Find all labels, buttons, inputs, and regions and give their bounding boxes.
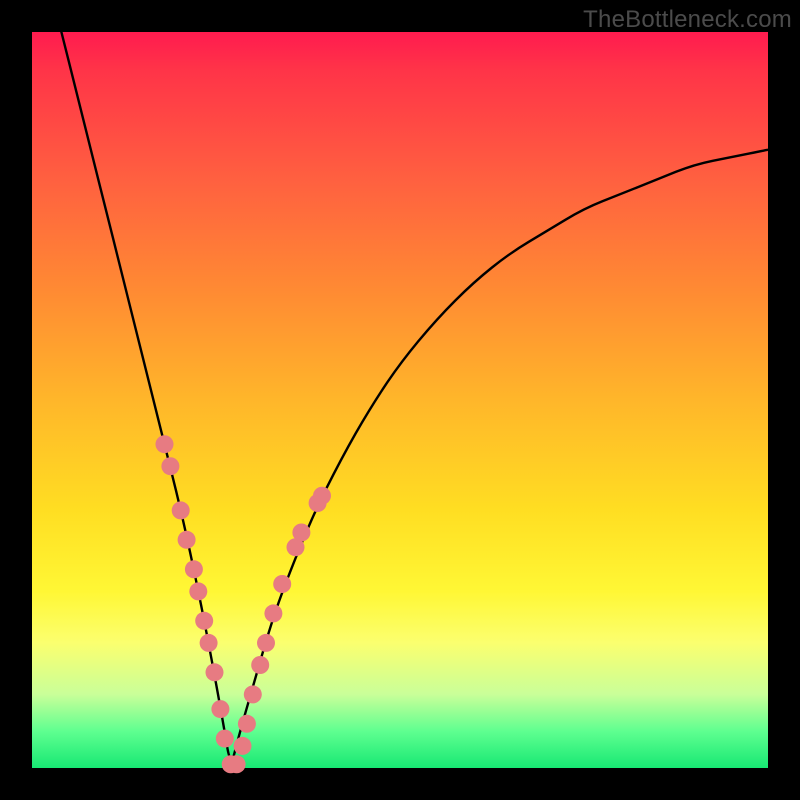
- curve-marker: [257, 634, 275, 652]
- curve-marker: [195, 612, 213, 630]
- curve-marker: [185, 560, 203, 578]
- curve-marker: [172, 501, 190, 519]
- watermark-text: TheBottleneck.com: [583, 6, 792, 34]
- curve-marker: [292, 524, 310, 542]
- curve-marker: [273, 575, 291, 593]
- curve-marker: [313, 487, 331, 505]
- curve-marker: [251, 656, 269, 674]
- curve-marker: [178, 531, 196, 549]
- curve-marker: [244, 685, 262, 703]
- curve-marker: [228, 755, 246, 773]
- curve-markers: [0, 0, 800, 800]
- curve-marker: [156, 435, 174, 453]
- curve-marker: [206, 663, 224, 681]
- curve-marker: [264, 604, 282, 622]
- curve-marker: [234, 737, 252, 755]
- curve-marker: [211, 700, 229, 718]
- curve-marker: [189, 582, 207, 600]
- curve-marker: [216, 730, 234, 748]
- curve-marker: [238, 715, 256, 733]
- curve-marker: [200, 634, 218, 652]
- curve-marker: [161, 457, 179, 475]
